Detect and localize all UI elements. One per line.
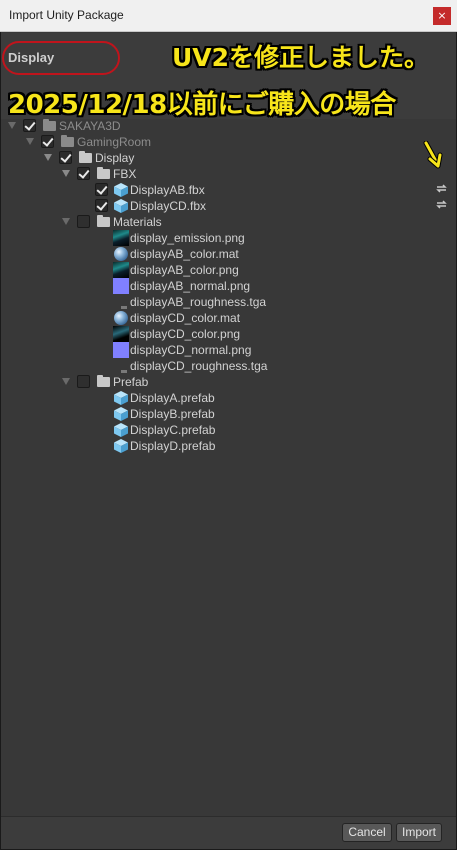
tree-row[interactable]: displayAB_normal.png	[0, 278, 457, 294]
tree-row[interactable]: DisplayAB.fbx	[0, 182, 457, 198]
prefab-cube-icon	[114, 391, 128, 405]
tree-row[interactable]: displayCD_normal.png	[0, 342, 457, 358]
expand-triangle-icon[interactable]	[62, 218, 70, 225]
tree-row[interactable]: displayCD_color.mat	[0, 310, 457, 326]
tree-item-label: displayAB_roughness.tga	[130, 295, 267, 309]
expand-triangle-icon[interactable]	[26, 138, 34, 145]
checkbox[interactable]	[77, 375, 90, 388]
expand-triangle-icon[interactable]	[62, 170, 70, 177]
close-button[interactable]: ×	[433, 7, 451, 25]
tree-item-label: DisplayA.prefab	[130, 391, 215, 405]
tree-item-label: display_emission.png	[130, 231, 245, 245]
checkbox[interactable]	[41, 135, 54, 148]
folder-icon	[97, 375, 110, 387]
normal-map-icon	[113, 342, 129, 358]
checkbox[interactable]	[95, 199, 108, 212]
checkbox[interactable]	[59, 151, 72, 164]
material-icon	[114, 311, 128, 325]
checkbox[interactable]	[77, 167, 90, 180]
tree-row[interactable]: displayCD_color.png	[0, 326, 457, 342]
tree-row[interactable]: GamingRoom	[0, 134, 457, 150]
cancel-button[interactable]: Cancel	[342, 823, 392, 842]
prefab-cube-icon	[114, 407, 128, 421]
checkbox[interactable]	[95, 183, 108, 196]
tree-item-label: displayCD_color.png	[130, 327, 241, 341]
tree-item-label: DisplayCD.fbx	[130, 199, 207, 213]
tree-row[interactable]: Materials	[0, 214, 457, 230]
expand-triangle-icon[interactable]	[8, 122, 16, 129]
texture-icon	[113, 326, 129, 342]
tree-row[interactable]: FBX	[0, 166, 457, 182]
window-title: Import Unity Package	[9, 8, 124, 22]
reimport-icon	[436, 200, 447, 209]
tree-item-label: displayAB_color.mat	[130, 247, 239, 261]
texture-icon	[113, 230, 129, 246]
tree-item-label: displayCD_normal.png	[130, 343, 252, 357]
annotation-arrow-icon	[423, 141, 443, 169]
tga-icon	[121, 370, 127, 373]
tree-item-label: Materials	[113, 215, 162, 229]
expand-triangle-icon[interactable]	[44, 154, 52, 161]
tree-row[interactable]: displayAB_color.mat	[0, 246, 457, 262]
folder-icon	[97, 215, 110, 227]
texture-icon	[113, 262, 129, 278]
tree-item-label: Prefab	[113, 375, 149, 389]
tree-item-label: DisplayC.prefab	[130, 423, 216, 437]
tree-row[interactable]: DisplayCD.fbx	[0, 198, 457, 214]
tree-item-label: displayCD_roughness.tga	[130, 359, 268, 373]
folder-icon	[97, 167, 110, 179]
prefab-cube-icon	[114, 423, 128, 437]
import-button[interactable]: Import	[396, 823, 442, 842]
material-icon	[114, 247, 128, 261]
prefab-cube-icon	[114, 199, 128, 213]
tga-icon	[121, 306, 127, 309]
tree-item-label: displayCD_color.mat	[130, 311, 241, 325]
folder-icon	[61, 135, 74, 147]
title-bar: Import Unity Package ×	[0, 0, 457, 32]
annotation-line-1: UV2を修正しました。	[172, 43, 430, 72]
normal-map-icon	[113, 278, 129, 294]
tree-item-label: Display	[95, 151, 135, 165]
expand-triangle-icon[interactable]	[62, 378, 70, 385]
highlight-oval	[2, 41, 120, 75]
annotation-line-2: 2025/12/18以前にご購入の場合	[8, 90, 396, 120]
tree-item-label: DisplayD.prefab	[130, 439, 216, 453]
folder-icon	[79, 151, 92, 163]
folder-icon	[43, 119, 56, 131]
prefab-cube-icon	[114, 183, 128, 197]
tree-row[interactable]: DisplayA.prefab	[0, 390, 457, 406]
tree-row[interactable]: Display	[0, 150, 457, 166]
tree-item-label: displayAB_color.png	[130, 263, 239, 277]
tree-row[interactable]: DisplayC.prefab	[0, 422, 457, 438]
tree-row[interactable]: displayAB_color.png	[0, 262, 457, 278]
tree-row[interactable]: DisplayB.prefab	[0, 406, 457, 422]
tree-item-label: GamingRoom	[77, 135, 152, 149]
tree-row[interactable]: displayAB_roughness.tga	[0, 294, 457, 310]
prefab-cube-icon	[114, 439, 128, 453]
tree-item-label: displayAB_normal.png	[130, 279, 251, 293]
tree-row[interactable]: DisplayD.prefab	[0, 438, 457, 454]
reimport-icon	[436, 184, 447, 193]
tree-item-label: DisplayAB.fbx	[130, 183, 205, 197]
tree-row[interactable]: Prefab	[0, 374, 457, 390]
tree-row[interactable]: displayCD_roughness.tga	[0, 358, 457, 374]
tree-item-label: FBX	[113, 167, 137, 181]
tree-row[interactable]: display_emission.png	[0, 230, 457, 246]
tree-item-label: DisplayB.prefab	[130, 407, 215, 421]
checkbox[interactable]	[77, 215, 90, 228]
